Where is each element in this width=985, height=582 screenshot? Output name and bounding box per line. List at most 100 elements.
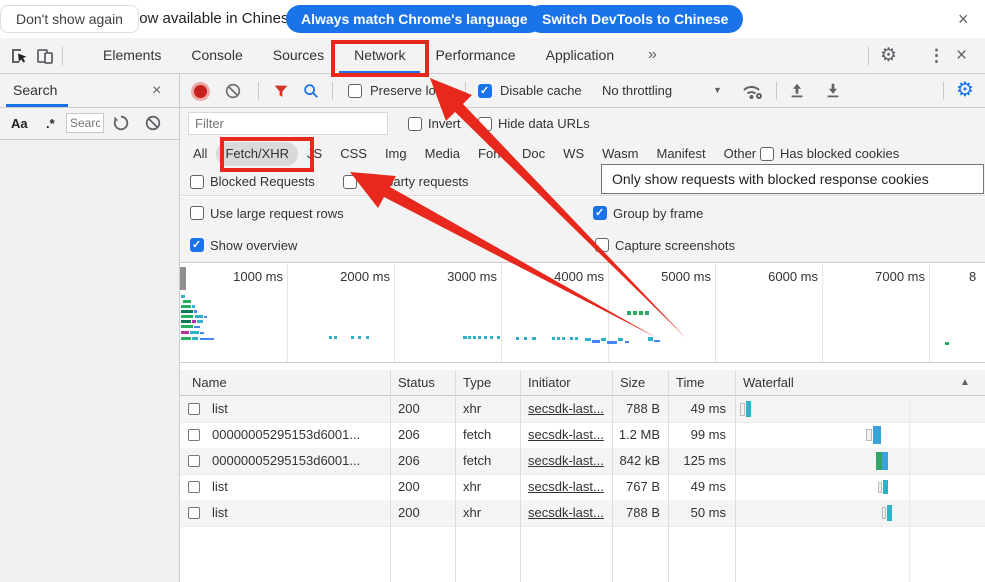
request-row[interactable]: 00000005295153d6001...206fetchsecsdk-las… xyxy=(180,422,985,449)
language-banner: i DevTools is now available in Chinese! … xyxy=(0,0,985,39)
use-large-rows-checkbox[interactable] xyxy=(190,206,204,220)
column-header-time[interactable]: Time xyxy=(676,370,704,395)
network-conditions-icon[interactable] xyxy=(740,81,764,101)
network-overview-timeline[interactable]: 8 1000 ms2000 ms3000 ms4000 ms5000 ms600… xyxy=(180,264,985,363)
waterfall-bar xyxy=(878,482,882,493)
throttling-caret-icon[interactable]: ▼ xyxy=(713,74,722,107)
cell-initiator[interactable]: secsdk-last... xyxy=(528,396,610,421)
dont-show-again-button[interactable]: Don't show again xyxy=(0,5,139,33)
kebab-menu-icon[interactable]: ⋮ xyxy=(928,38,945,74)
cell-status: 200 xyxy=(398,500,458,525)
column-header-type[interactable]: Type xyxy=(463,370,491,395)
column-header-waterfall[interactable]: Waterfall xyxy=(743,370,794,395)
cell-initiator[interactable]: secsdk-last... xyxy=(528,500,610,525)
hide-data-urls-checkbox[interactable] xyxy=(478,117,492,131)
preserve-log-checkbox[interactable] xyxy=(348,84,362,98)
regex-toggle[interactable]: .* xyxy=(46,108,55,139)
overview-request-mark xyxy=(190,331,199,334)
group-by-frame-checkbox[interactable] xyxy=(593,206,607,220)
filter-chip-doc[interactable]: Doc xyxy=(513,142,554,166)
import-har-icon[interactable] xyxy=(788,82,806,100)
overview-request-mark xyxy=(557,337,560,340)
search-close-icon[interactable]: × xyxy=(152,83,161,99)
divider xyxy=(943,82,944,100)
invert-checkbox[interactable] xyxy=(408,117,422,131)
tab-network[interactable]: Network xyxy=(339,38,420,74)
blocked-requests-label: Blocked Requests xyxy=(210,168,315,196)
clear-network-log-icon[interactable] xyxy=(224,82,242,100)
tab-application[interactable]: Application xyxy=(531,38,630,74)
record-network-log-button[interactable] xyxy=(194,85,207,98)
third-party-checkbox[interactable] xyxy=(343,175,357,189)
filter-chip-manifest[interactable]: Manifest xyxy=(647,142,714,166)
overview-request-mark xyxy=(497,336,500,339)
filter-chip-media[interactable]: Media xyxy=(416,142,469,166)
always-match-language-button[interactable]: Always match Chrome's language xyxy=(286,5,543,33)
column-header-status[interactable]: Status xyxy=(398,370,435,395)
tab-sources[interactable]: Sources xyxy=(258,38,339,74)
devtools-window: i DevTools is now available in Chinese! … xyxy=(0,0,985,582)
request-row[interactable]: list200xhrsecsdk-last...788 B49 ms xyxy=(180,396,985,423)
filter-chip-fetch-xhr[interactable]: Fetch/XHR xyxy=(216,142,298,166)
cell-initiator[interactable]: secsdk-last... xyxy=(528,448,610,473)
row-checkbox[interactable] xyxy=(188,429,200,441)
export-har-icon[interactable] xyxy=(824,82,842,100)
waterfall-bar xyxy=(746,401,751,417)
devtools-close-icon[interactable]: × xyxy=(956,38,967,74)
device-toolbar-icon[interactable] xyxy=(35,46,55,66)
sort-arrow-icon[interactable]: ▲ xyxy=(960,370,970,395)
row-checkbox[interactable] xyxy=(188,455,200,467)
tab-console[interactable]: Console xyxy=(176,38,257,74)
row-checkbox[interactable] xyxy=(188,507,200,519)
request-row[interactable]: list200xhrsecsdk-last...788 B50 ms xyxy=(180,500,985,527)
cell-status: 206 xyxy=(398,422,458,447)
search-input[interactable] xyxy=(66,113,104,133)
switch-to-chinese-button[interactable]: Switch DevTools to Chinese xyxy=(527,5,743,33)
disable-cache-checkbox[interactable] xyxy=(478,84,492,98)
column-header-initiator[interactable]: Initiator xyxy=(528,370,571,395)
row-checkbox[interactable] xyxy=(188,403,200,415)
tab-elements[interactable]: Elements xyxy=(88,38,176,74)
more-tabs-icon[interactable]: » xyxy=(648,38,657,72)
filter-chip-js[interactable]: JS xyxy=(298,142,331,166)
filter-chip-ws[interactable]: WS xyxy=(554,142,593,166)
overview-handle[interactable] xyxy=(180,267,186,290)
filter-chip-wasm[interactable]: Wasm xyxy=(593,142,647,166)
filter-chip-css[interactable]: CSS xyxy=(331,142,376,166)
capture-screenshots-checkbox[interactable] xyxy=(595,238,609,252)
cell-initiator[interactable]: secsdk-last... xyxy=(528,422,610,447)
overview-request-mark xyxy=(633,311,637,315)
banner-close-icon[interactable]: × xyxy=(958,10,969,28)
request-row[interactable]: list200xhrsecsdk-last...767 B49 ms xyxy=(180,474,985,501)
overview-request-mark xyxy=(204,316,207,318)
filter-chip-font[interactable]: Font xyxy=(469,142,513,166)
clear-results-icon[interactable] xyxy=(144,114,162,132)
row-checkbox[interactable] xyxy=(188,481,200,493)
tab-performance[interactable]: Performance xyxy=(420,38,530,74)
overview-tick-label: 5000 ms xyxy=(631,269,711,284)
cell-initiator[interactable]: secsdk-last... xyxy=(528,474,610,499)
overview-tick-label: 7000 ms xyxy=(845,269,925,284)
filter-chip-other[interactable]: Other xyxy=(715,142,766,166)
refresh-icon[interactable] xyxy=(112,114,130,132)
filter-input[interactable] xyxy=(188,112,388,135)
blocked-requests-checkbox[interactable] xyxy=(190,175,204,189)
filter-funnel-icon[interactable] xyxy=(272,82,290,100)
overview-request-mark xyxy=(592,340,600,343)
search-network-icon[interactable] xyxy=(302,82,320,100)
inspect-element-icon[interactable] xyxy=(9,46,29,66)
column-divider xyxy=(390,370,391,582)
filter-chip-all[interactable]: All xyxy=(184,142,216,166)
divider xyxy=(868,47,869,65)
cell-status: 200 xyxy=(398,474,458,499)
network-settings-gear-icon[interactable]: ⚙ xyxy=(956,74,974,107)
show-overview-checkbox[interactable] xyxy=(190,238,204,252)
filter-chip-img[interactable]: Img xyxy=(376,142,416,166)
throttling-select[interactable]: No throttling xyxy=(602,74,672,107)
has-blocked-cookies-checkbox[interactable] xyxy=(760,147,774,161)
settings-gear-icon[interactable]: ⚙ xyxy=(880,38,897,74)
column-header-size[interactable]: Size xyxy=(620,370,645,395)
request-row[interactable]: 00000005295153d6001...206fetchsecsdk-las… xyxy=(180,448,985,475)
column-header-name[interactable]: Name xyxy=(192,370,227,395)
match-case-toggle[interactable]: Aa xyxy=(11,108,28,139)
